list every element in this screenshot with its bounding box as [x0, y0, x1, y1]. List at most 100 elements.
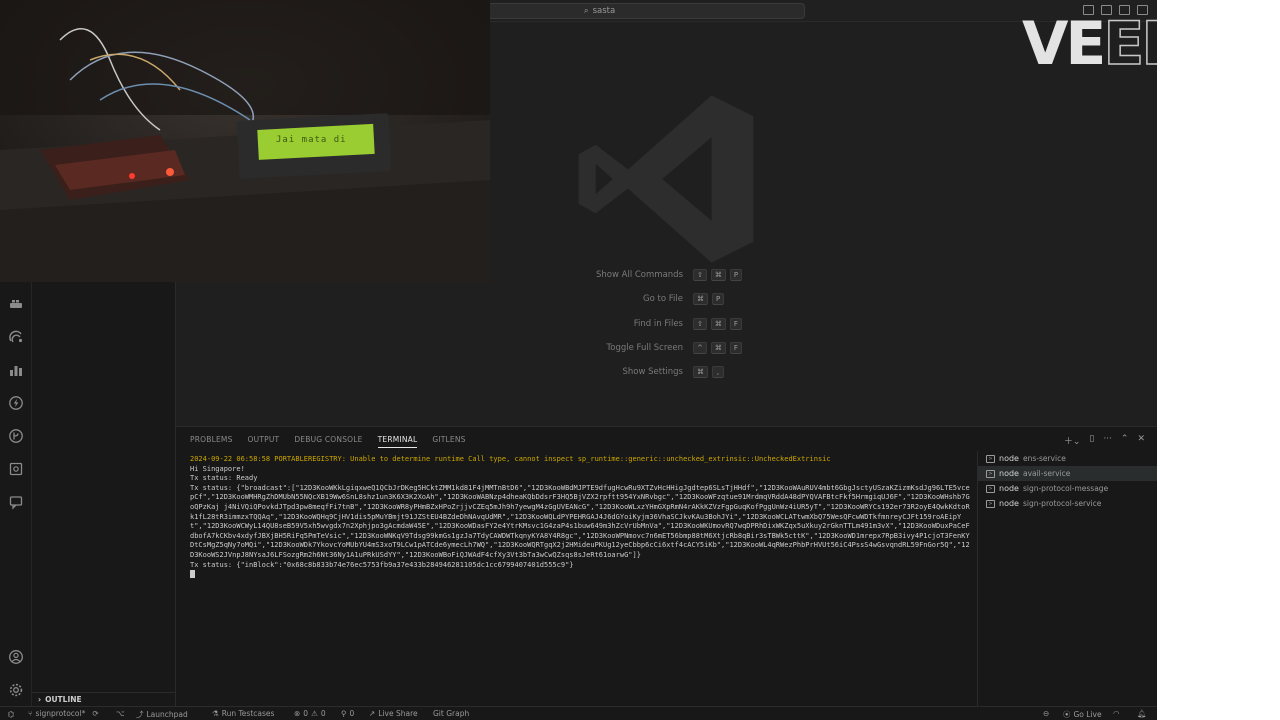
shortcut-keys: ⌘,	[693, 366, 724, 379]
problems-indicator[interactable]: ⊗ 0 ⚠ 0	[294, 709, 326, 718]
tab-gitlens[interactable]: GITLENS	[432, 435, 465, 448]
tab-terminal[interactable]: TERMINAL	[377, 435, 418, 448]
terminal-list-item[interactable]: > node ens-service	[978, 451, 1157, 466]
shortcut-label: Toggle Full Screen	[606, 342, 684, 353]
launchpad-label: Launchpad	[146, 710, 188, 719]
key-cap: P	[729, 269, 743, 281]
status-bar: ⌬ ⑂ signprotocol* ⟳ ⌥ ⤴ Launchpad ⚗ Run …	[0, 706, 1157, 720]
shortcut-keys: ^ ⌘ F	[693, 341, 742, 354]
tab-problems[interactable]: PROBLEMS	[190, 435, 233, 448]
git-graph-label: Git Graph	[433, 709, 470, 718]
more-actions-icon[interactable]: ···	[1103, 434, 1112, 447]
outline-section-header[interactable]: › OUTLINE	[32, 692, 176, 706]
terminal-process: node	[999, 499, 1019, 508]
terminal-output[interactable]: 2024-09-22 06:58:58 PORTABLEREGISTRY: Un…	[190, 455, 972, 705]
outline-label: OUTLINE	[45, 695, 82, 704]
chart-icon[interactable]	[7, 361, 25, 379]
bottom-panel: PROBLEMS OUTPUT DEBUG CONSOLE TERMINAL GITLE…	[176, 426, 1157, 707]
sync-icon: ⟳	[92, 709, 99, 718]
error-count: 0	[303, 709, 309, 718]
terminal-icon: >	[986, 469, 995, 478]
terminal-line: Tx status: Ready	[190, 474, 258, 483]
terminal-line: Tx status: {"broadcast":["12D3KooWKkLgiq…	[190, 483, 970, 559]
comments-icon[interactable]	[7, 493, 25, 511]
warning-count: 0	[320, 709, 326, 718]
panel-actions: ＋⌄ ▯ ··· ⌃ ✕	[1064, 434, 1145, 447]
radio-tower-icon: ⚲	[341, 709, 347, 718]
error-icon: ⊗	[294, 709, 301, 718]
terminal-cursor	[190, 570, 195, 579]
terminal-name: avail-service	[1022, 469, 1071, 478]
go-live-item[interactable]: ⦿ Go Live	[1063, 709, 1102, 720]
shortcut-row[interactable]: Go to File ⌘ P	[176, 293, 1157, 307]
key-cap: ⇧	[693, 317, 707, 330]
terminal-icon: >	[986, 499, 995, 508]
run-testcases-item[interactable]: ⚗ Run Testcases	[212, 709, 274, 718]
bell-icon[interactable]: 🔔︎	[1137, 709, 1147, 718]
copilot-icon[interactable]: ◠	[1113, 709, 1120, 718]
terminal-name: sign-protocol-service	[1022, 499, 1102, 508]
vscode-logo-watermark	[578, 95, 754, 263]
tab-debug-console[interactable]: DEBUG CONSOLE	[294, 435, 362, 448]
new-terminal-icon[interactable]: ＋⌄	[1064, 434, 1081, 447]
ports-indicator[interactable]: ⚲ 0	[341, 709, 354, 718]
search-text: sasta	[592, 6, 616, 16]
broadcast-icon: ⦿	[1063, 710, 1071, 719]
docker-icon[interactable]	[7, 295, 25, 313]
shortcut-row[interactable]: Toggle Full Screen ^ ⌘ F	[176, 341, 1157, 356]
key-cap: ⌘	[710, 317, 726, 330]
shortcut-keys: ⇧ ⌘ F	[693, 317, 742, 330]
gitlens-icon[interactable]	[7, 427, 25, 445]
branch-indicator[interactable]: ⑂ signprotocol* ⟳	[28, 709, 99, 718]
lcd-display-text: Jai mata di	[276, 135, 347, 145]
terminal-line: Hi Singapore!	[190, 464, 245, 473]
search-icon: ⌕	[583, 6, 589, 16]
veed-watermark: VEED	[1022, 13, 1157, 75]
shortcut-label: Find in Files	[633, 318, 683, 329]
terminal-process: node	[999, 454, 1019, 463]
extension-settings-icon[interactable]	[7, 460, 25, 478]
key-cap: ⌘	[710, 269, 726, 281]
warning-icon: ⚠	[311, 709, 318, 718]
chevron-right-icon: ›	[38, 695, 42, 704]
panel-tabs: PROBLEMS OUTPUT DEBUG CONSOLE TERMINAL GITLE…	[190, 435, 466, 448]
key-cap: ⇧	[693, 269, 707, 281]
webcam-overlay: Jai mata di	[0, 0, 490, 282]
key-cap: F	[729, 317, 742, 330]
key-cap: P	[712, 293, 725, 306]
lightning-icon[interactable]	[7, 394, 25, 412]
terminal-process: node	[999, 469, 1019, 478]
shortcut-label: Show Settings	[622, 367, 683, 378]
maximize-panel-icon[interactable]: ⌃	[1121, 434, 1129, 447]
tab-output[interactable]: OUTPUT	[248, 435, 280, 448]
remote-explorer-icon[interactable]	[7, 328, 25, 346]
zoom-icon[interactable]: ⊖	[1043, 709, 1049, 718]
key-cap: F	[729, 341, 742, 354]
rocket-icon: ⤴	[136, 710, 144, 719]
shortcut-row[interactable]: Show Settings ⌘,	[176, 366, 1157, 380]
close-icon[interactable]: ✕	[1137, 434, 1145, 447]
live-share-item[interactable]: ↗ Live Share	[369, 709, 418, 718]
shortcut-label: Go to File	[643, 294, 683, 305]
account-icon[interactable]	[7, 648, 25, 666]
veed-logo-main: VE	[1022, 9, 1106, 79]
branch-name: signprotocol*	[35, 709, 86, 718]
gear-icon[interactable]	[7, 681, 25, 699]
source-control-icon[interactable]: ⌥	[116, 709, 125, 718]
git-graph-item[interactable]: Git Graph	[433, 709, 469, 718]
terminal-list-item[interactable]: > node sign-protocol-message	[978, 481, 1157, 496]
terminal-list-item[interactable]: > node sign-protocol-service	[978, 496, 1157, 511]
terminal-line: 2024-09-22 06:58:58 PORTABLEREGISTRY: Un…	[190, 455, 831, 463]
split-terminal-icon[interactable]: ▯	[1089, 434, 1094, 447]
live-share-label: Live Share	[378, 709, 418, 718]
shortcut-row[interactable]: Find in Files ⇧ ⌘ F	[176, 317, 1157, 332]
terminal-prompt	[190, 570, 972, 580]
key-cap: ⌘	[693, 366, 708, 379]
launchpad-item[interactable]: ⤴ Launchpad	[136, 709, 188, 720]
go-live-label: Go Live	[1073, 710, 1102, 719]
terminal-list: > node ens-service > node avail-service > node s…	[978, 451, 1157, 511]
remote-indicator-icon[interactable]: ⌬	[0, 707, 22, 720]
screen-edge	[1157, 0, 1280, 720]
beaker-icon: ⚗	[212, 709, 219, 718]
terminal-list-item[interactable]: > node avail-service	[978, 466, 1157, 481]
